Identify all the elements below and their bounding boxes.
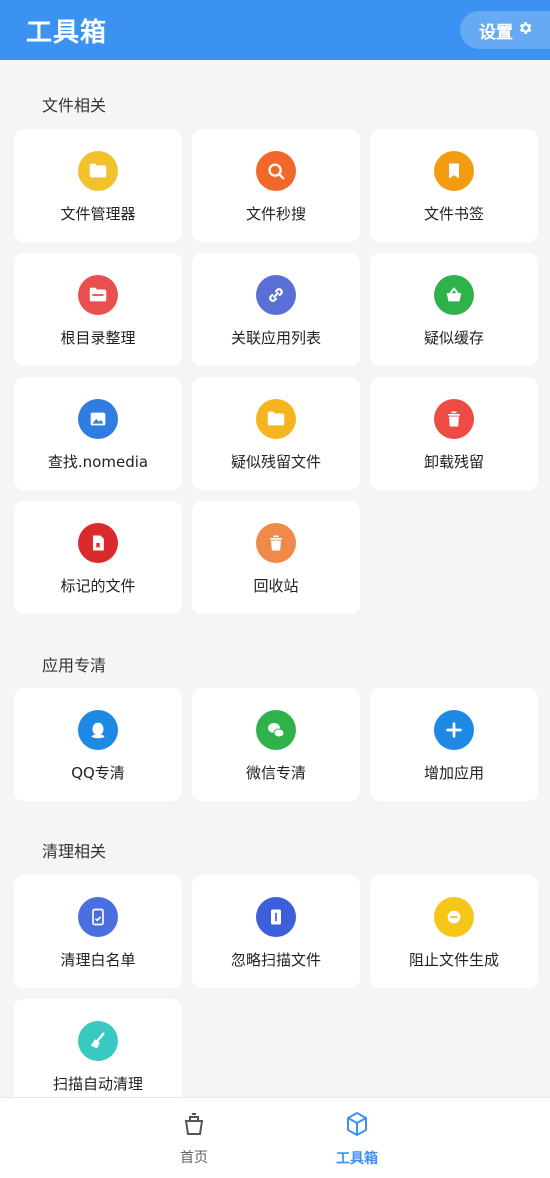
marked-files-card[interactable]: 标记的文件 (14, 501, 182, 614)
file-bookmark-card[interactable]: 文件书签 (370, 129, 538, 242)
section-title-clean: 清理相关 (42, 842, 107, 861)
broom-icon (78, 1021, 118, 1061)
nav-toolbox-label: 工具箱 (336, 1150, 378, 1167)
card-label: 清理白名单 (60, 951, 136, 969)
marked-file-icon (78, 523, 118, 563)
card-label: 微信专清 (245, 764, 306, 782)
card-label: 阻止文件生成 (408, 951, 499, 969)
whitelist-icon (78, 897, 118, 937)
nav-tab-home[interactable]: 首页 (124, 1098, 264, 1178)
card-label: 扫描自动清理 (52, 1075, 143, 1093)
wechat-icon (256, 710, 296, 750)
card-label: 标记的文件 (60, 577, 136, 595)
plus-icon (434, 710, 474, 750)
card-label: 疑似残留文件 (230, 453, 321, 471)
suspected-residual-files-card[interactable]: 疑似残留文件 (192, 377, 360, 490)
card-label: 卸载残留 (423, 453, 484, 471)
section-title-file: 文件相关 (42, 96, 107, 115)
folder-open-icon (78, 275, 118, 315)
block-icon (434, 897, 474, 937)
link-icon (256, 275, 296, 315)
card-label: 疑似缓存 (423, 329, 484, 347)
basket-icon (434, 275, 474, 315)
add-app-card[interactable]: 增加应用 (370, 688, 538, 801)
associated-apps-card[interactable]: 关联应用列表 (192, 253, 360, 366)
wechat-clean-card[interactable]: 微信专清 (192, 688, 360, 801)
card-label: 文件秒搜 (245, 205, 306, 223)
ignore-scan-files-card[interactable]: 忽略扫描文件 (192, 875, 360, 988)
card-label: 文件书签 (423, 205, 484, 223)
trash-icon (256, 523, 296, 563)
card-label: 根目录整理 (60, 329, 136, 347)
nav-home-label: 首页 (180, 1149, 208, 1166)
bookmark-icon (434, 151, 474, 191)
card-label: 回收站 (253, 577, 299, 595)
folder-icon (256, 399, 296, 439)
card-label: QQ专清 (71, 764, 125, 782)
card-label: 查找.nomedia (47, 453, 149, 471)
clean-whitelist-card[interactable]: 清理白名单 (14, 875, 182, 988)
qq-clean-card[interactable]: QQ专清 (14, 688, 182, 801)
card-label: 关联应用列表 (230, 329, 321, 347)
gear-icon (517, 20, 533, 41)
settings-label: 设置 (479, 22, 513, 43)
qq-icon (78, 710, 118, 750)
nav-tab-toolbox[interactable]: 工具箱 (287, 1098, 427, 1178)
scan-auto-clean-card[interactable]: 扫描自动清理 (14, 999, 182, 1112)
recycle-bin-card[interactable]: 回收站 (192, 501, 360, 614)
block-file-generation-card[interactable]: 阻止文件生成 (370, 875, 538, 988)
image-icon (78, 399, 118, 439)
uninstall-residual-card[interactable]: 卸载残留 (370, 377, 538, 490)
bottom-nav: 首页 工具箱 (0, 1097, 550, 1178)
card-label: 文件管理器 (60, 205, 136, 223)
home-basket-icon (180, 1111, 208, 1141)
card-label: 忽略扫描文件 (230, 951, 321, 969)
settings-button[interactable]: 设置 (460, 11, 550, 49)
section-title-app: 应用专清 (42, 656, 107, 675)
folder-icon (78, 151, 118, 191)
file-manager-card[interactable]: 文件管理器 (14, 129, 182, 242)
find-nomedia-card[interactable]: 查找.nomedia (14, 377, 182, 490)
suspected-cache-card[interactable]: 疑似缓存 (370, 253, 538, 366)
file-search-card[interactable]: 文件秒搜 (192, 129, 360, 242)
search-icon (256, 151, 296, 191)
trash-icon (434, 399, 474, 439)
page-title: 工具箱 (26, 17, 108, 48)
card-label: 增加应用 (423, 764, 484, 782)
cube-icon (343, 1110, 371, 1142)
app-header: 工具箱 设置 (0, 0, 550, 60)
root-dir-organize-card[interactable]: 根目录整理 (14, 253, 182, 366)
ignore-file-icon (256, 897, 296, 937)
